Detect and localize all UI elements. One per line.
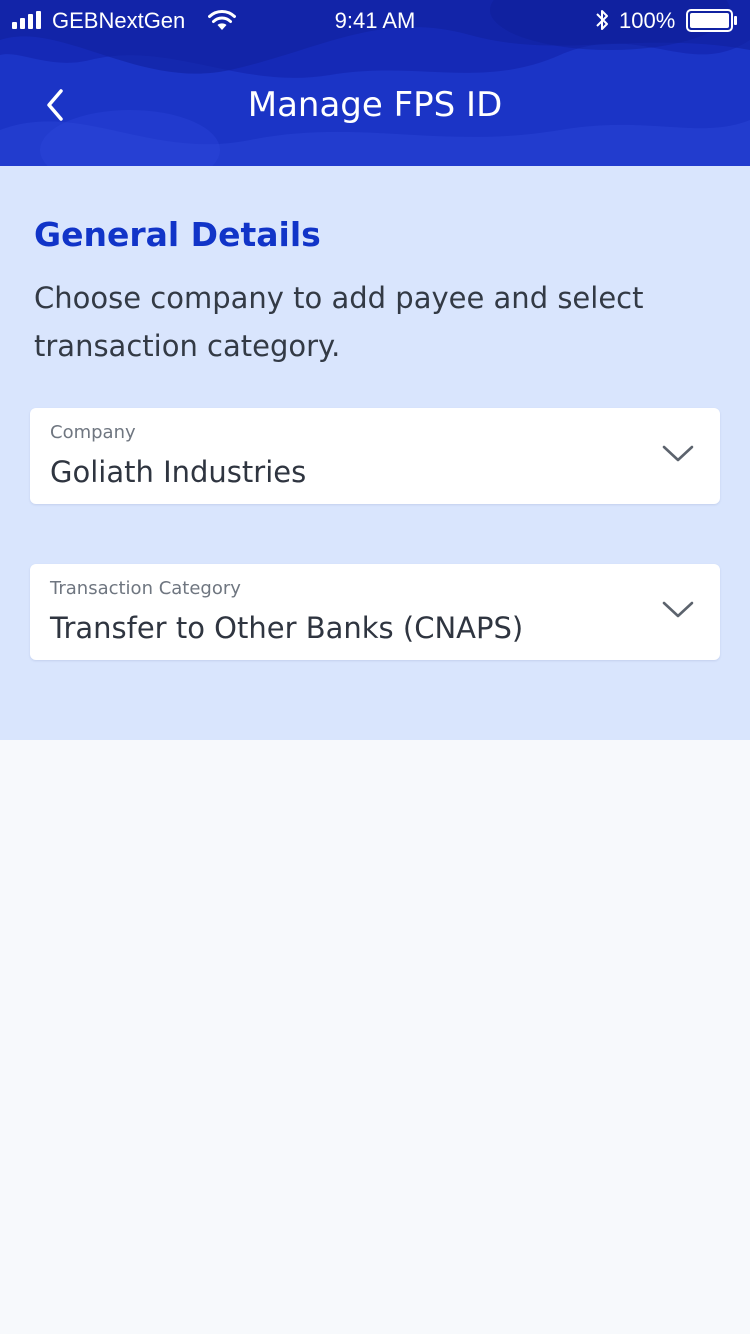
chevron-down-icon bbox=[662, 601, 694, 618]
section-description: Choose company to add payee and select t… bbox=[34, 281, 644, 363]
company-dropdown[interactable]: Company Goliath Industries bbox=[30, 408, 720, 504]
battery-icon bbox=[686, 9, 737, 32]
status-bar: GEBNextGen 9:41 AM 100% bbox=[0, 0, 750, 40]
transaction-category-label: Transaction Category bbox=[50, 578, 241, 599]
company-label: Company bbox=[50, 422, 136, 443]
battery-percentage: 100% bbox=[619, 8, 676, 33]
transaction-category-value: Transfer to Other Banks (CNAPS) bbox=[50, 611, 524, 645]
header: GEBNextGen 9:41 AM 100% Manage FPS ID bbox=[0, 0, 750, 166]
manage-fps-id-screen: GEBNextGen 9:41 AM 100% Manage FPS ID Ge… bbox=[0, 0, 750, 1334]
transaction-category-dropdown[interactable]: Transaction Category Transfer to Other B… bbox=[30, 564, 720, 660]
page-title: Manage FPS ID bbox=[247, 85, 503, 125]
general-details-section: General Details Choose company to add pa… bbox=[0, 166, 750, 740]
bluetooth-icon bbox=[596, 10, 608, 30]
section-title: General Details bbox=[34, 215, 321, 254]
chevron-down-icon bbox=[662, 445, 694, 462]
company-value: Goliath Industries bbox=[50, 455, 307, 489]
